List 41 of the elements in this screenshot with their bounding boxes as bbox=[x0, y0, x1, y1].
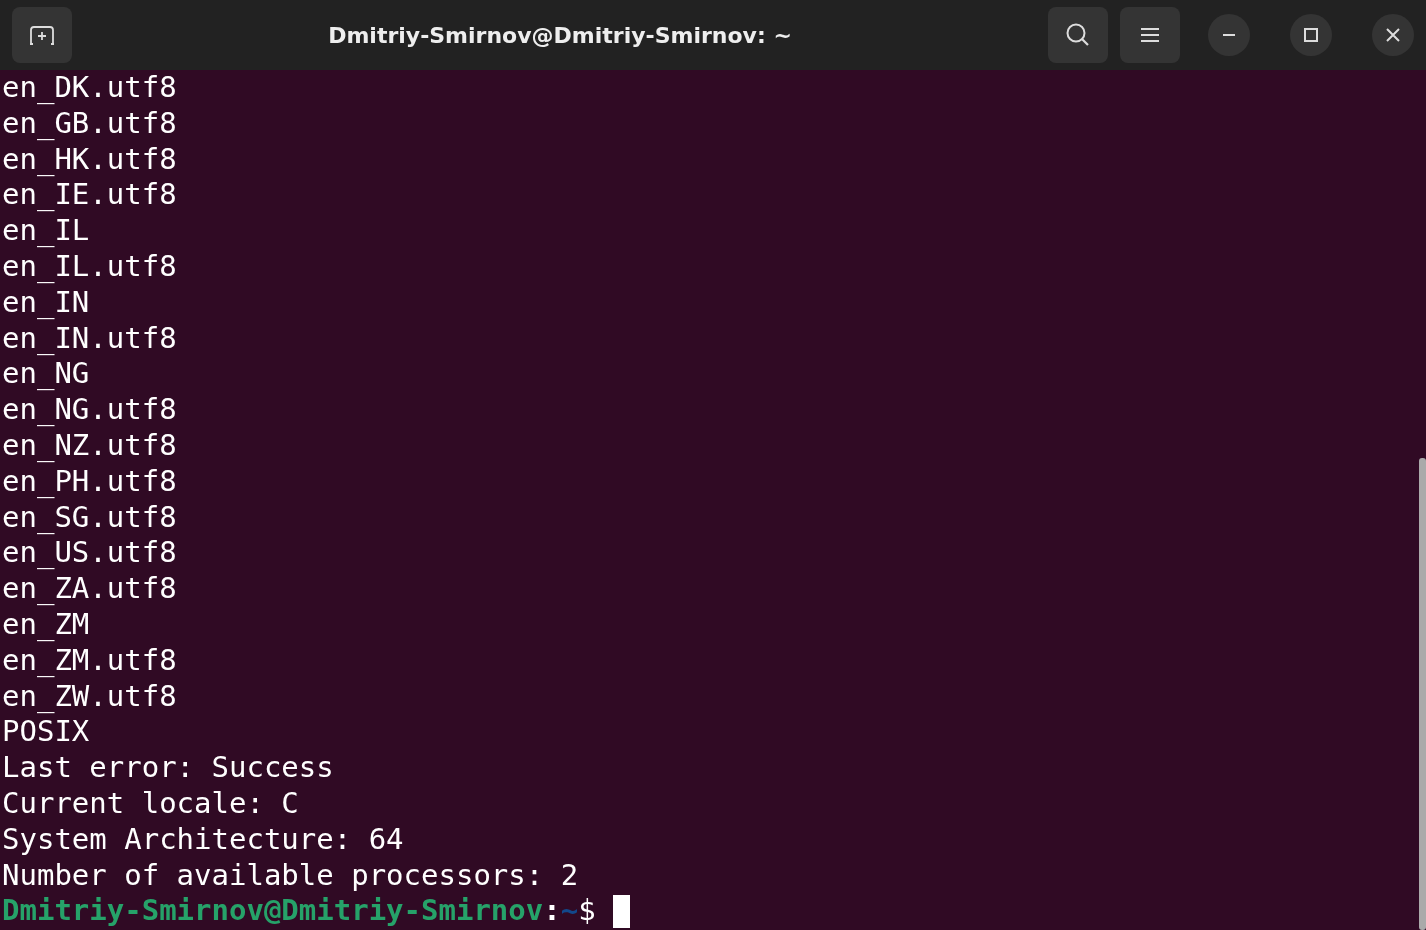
terminal-output-line: Current locale: C bbox=[2, 785, 299, 822]
terminal-output-line: en_SG.utf8 bbox=[2, 499, 177, 536]
prompt-symbol: $ bbox=[578, 893, 596, 930]
maximize-button[interactable] bbox=[1290, 14, 1332, 56]
prompt-separator: : bbox=[543, 893, 561, 930]
new-tab-button[interactable] bbox=[12, 7, 72, 63]
terminal-output-line: en_IL bbox=[2, 213, 90, 249]
terminal-output-line: en_NZ.utf8 bbox=[2, 427, 177, 464]
terminal-output-line: System Architecture: 64 bbox=[2, 821, 404, 858]
terminal-output-line: en_IE.utf8 bbox=[2, 177, 177, 214]
menu-icon bbox=[1140, 27, 1160, 43]
terminal-output-line: en_IN.utf8 bbox=[2, 320, 177, 357]
terminal-output-line: POSIX bbox=[2, 714, 90, 751]
terminal-output-line: en_US.utf8 bbox=[2, 535, 177, 572]
menu-button[interactable] bbox=[1120, 7, 1180, 63]
terminal-output-line: Last error: Success bbox=[2, 750, 334, 786]
terminal-output-line: en_GB.utf8 bbox=[2, 105, 177, 142]
terminal-output-line: en_HK.utf8 bbox=[2, 141, 177, 178]
terminal-output-line: en_IL.utf8 bbox=[2, 249, 177, 285]
terminal-output-line: en_DK.utf8 bbox=[2, 70, 177, 106]
search-button[interactable] bbox=[1048, 7, 1108, 63]
terminal-output-line: en_ZW.utf8 bbox=[2, 678, 177, 715]
new-tab-icon bbox=[29, 24, 55, 46]
terminal-output-line: en_ZM.utf8 bbox=[2, 642, 177, 679]
terminal-output-line: en_ZA.utf8 bbox=[2, 571, 177, 607]
close-button[interactable] bbox=[1372, 14, 1414, 56]
terminal-output-line: en_PH.utf8 bbox=[2, 463, 177, 500]
terminal-output-line: Number of available processors: 2 bbox=[2, 857, 579, 894]
terminal-output-line: en_NG bbox=[2, 356, 90, 393]
maximize-icon bbox=[1303, 27, 1319, 43]
prompt-path: ~ bbox=[560, 893, 579, 930]
window-title: Dmitriy-Smirnov@Dmitriy-Smirnov: ~ bbox=[327, 22, 793, 48]
terminal-output-line: en_ZM bbox=[2, 606, 90, 643]
search-icon bbox=[1065, 22, 1091, 48]
text-cursor bbox=[612, 894, 630, 928]
close-icon bbox=[1385, 27, 1401, 43]
prompt-user-host: Dmitriy-Smirnov@Dmitriy-Smirnov bbox=[2, 893, 544, 930]
minimize-icon bbox=[1222, 33, 1236, 37]
terminal-output-line: en_NG.utf8 bbox=[2, 392, 177, 428]
scrollbar-thumb[interactable] bbox=[1419, 458, 1426, 930]
terminal-output-line: en_IN bbox=[2, 284, 90, 321]
